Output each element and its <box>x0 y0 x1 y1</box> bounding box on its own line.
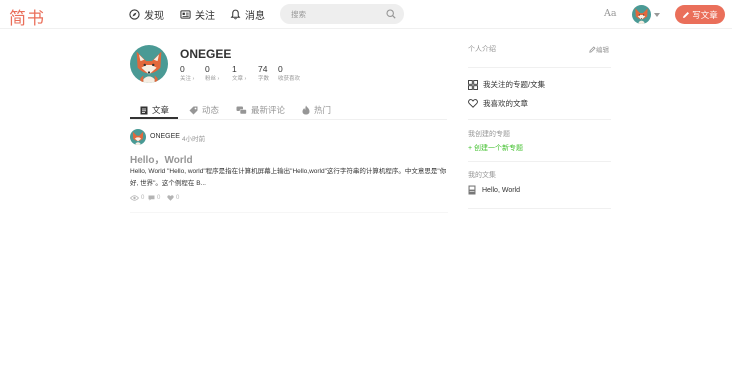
my-notebooks-label: 我的文集 <box>468 172 496 179</box>
article-title[interactable]: Hello，World <box>130 151 193 166</box>
divider <box>468 208 611 209</box>
nav-following[interactable]: 关注 <box>180 7 215 22</box>
likes-count: 0 <box>176 195 180 201</box>
stat-label: 粉丝 › <box>205 76 220 82</box>
stat-value: 1 <box>232 64 237 74</box>
divider <box>468 161 611 162</box>
divider <box>468 119 611 120</box>
tab-label: 最新评论 <box>251 105 286 115</box>
article-author-name[interactable]: ONEGEE <box>150 133 180 140</box>
stat-value: 74 <box>258 64 268 74</box>
comments-icon <box>236 106 247 114</box>
font-setting-toggle[interactable]: Aa <box>604 8 617 19</box>
profile-tabs: 文章 动态 最新评论 热门 <box>130 96 447 120</box>
liked-articles-label: 我喜欢的文章 <box>483 99 528 108</box>
divider <box>468 67 611 68</box>
article-author-avatar[interactable] <box>130 129 146 145</box>
my-collections-label: 我创建的专题 <box>468 131 510 138</box>
tab-hot[interactable]: 热门 <box>302 101 331 119</box>
tag-icon <box>189 106 198 114</box>
create-collection-link[interactable]: + 创建一个新专题 <box>468 143 523 153</box>
stat-label: 字数 <box>258 76 270 82</box>
comments-count: 0 <box>157 195 161 201</box>
fox-avatar-icon <box>130 129 146 145</box>
following-icon <box>180 10 191 19</box>
nav-messages[interactable]: 消息 <box>230 7 265 22</box>
notebook-icon <box>468 185 476 195</box>
followed-collections-link[interactable]: 我关注的专题/文集 <box>468 79 545 90</box>
fox-avatar-icon <box>130 45 168 83</box>
pen-icon <box>683 11 690 18</box>
tab-label: 热门 <box>314 105 332 115</box>
article-time: 4小时前 <box>182 136 206 143</box>
notebook-label: Hello, World <box>482 186 520 194</box>
stat-followers[interactable]: 0 粉丝 › <box>205 64 219 82</box>
search-box <box>280 4 404 24</box>
document-icon <box>140 106 148 114</box>
comment-icon <box>148 195 155 201</box>
tab-activity[interactable]: 动态 <box>189 101 219 119</box>
stat-value: 0 <box>205 64 210 74</box>
intro-label: 个人介绍 <box>468 46 496 53</box>
stat-likes-received: 0 收获喜欢 <box>278 64 300 82</box>
stat-value: 0 <box>278 64 283 74</box>
profile-username: ONEGEE <box>180 47 232 61</box>
article-likes[interactable]: 0 <box>167 195 179 201</box>
stat-value: 0 <box>180 64 185 74</box>
write-article-label: 写文章 <box>692 9 718 20</box>
stat-label: 文章 › <box>232 76 247 82</box>
active-tab-indicator <box>130 117 178 119</box>
heart-icon <box>167 195 174 201</box>
liked-articles-link[interactable]: 我喜欢的文章 <box>468 98 528 109</box>
bell-icon <box>230 9 241 20</box>
tab-label: 文章 <box>152 105 170 115</box>
search-input[interactable] <box>291 8 381 21</box>
write-article-button[interactable]: 写文章 <box>675 5 725 24</box>
notebook-item[interactable]: Hello, World <box>468 185 520 195</box>
tab-latest-comments[interactable]: 最新评论 <box>236 101 285 119</box>
pencil-icon <box>589 45 596 53</box>
grid-icon <box>468 79 478 90</box>
stat-following[interactable]: 0 关注 › <box>180 64 194 82</box>
chevron-down-icon[interactable] <box>654 13 660 17</box>
followed-collections-label: 我关注的专题/文集 <box>483 80 546 89</box>
fire-icon <box>302 105 310 115</box>
profile-avatar <box>130 45 168 83</box>
search-icon[interactable] <box>386 9 396 19</box>
article-abstract: Hello, World "Hello, world"程序是指在计算机屏幕上输出… <box>130 168 447 187</box>
user-avatar[interactable] <box>632 5 651 24</box>
nav-discover-label: 发现 <box>144 11 164 22</box>
nav-messages-label: 消息 <box>245 11 265 22</box>
tab-label: 动态 <box>202 105 220 115</box>
article-comments[interactable]: 0 <box>148 195 160 201</box>
stat-label: 关注 › <box>180 76 195 82</box>
fox-avatar-icon <box>632 5 651 24</box>
article-views[interactable]: 0 <box>130 195 144 201</box>
nav-following-label: 关注 <box>195 11 215 22</box>
nav-discover[interactable]: 发现 <box>129 7 164 22</box>
views-count: 0 <box>141 195 145 201</box>
compass-icon <box>129 9 140 20</box>
top-navbar: 简书 发现 关注 消息 Aa 写文章 <box>0 0 732 29</box>
edit-intro-button[interactable]: 编辑 <box>589 44 609 54</box>
stat-label: 收获喜欢 <box>278 76 301 82</box>
stat-word-count: 74 字数 <box>258 64 269 82</box>
jianshu-logo[interactable]: 简书 <box>9 4 45 29</box>
heart-icon <box>468 99 478 108</box>
eye-icon <box>130 195 139 201</box>
edit-label: 编辑 <box>596 47 609 54</box>
divider <box>130 212 448 213</box>
stat-articles[interactable]: 1 文章 › <box>232 64 246 82</box>
